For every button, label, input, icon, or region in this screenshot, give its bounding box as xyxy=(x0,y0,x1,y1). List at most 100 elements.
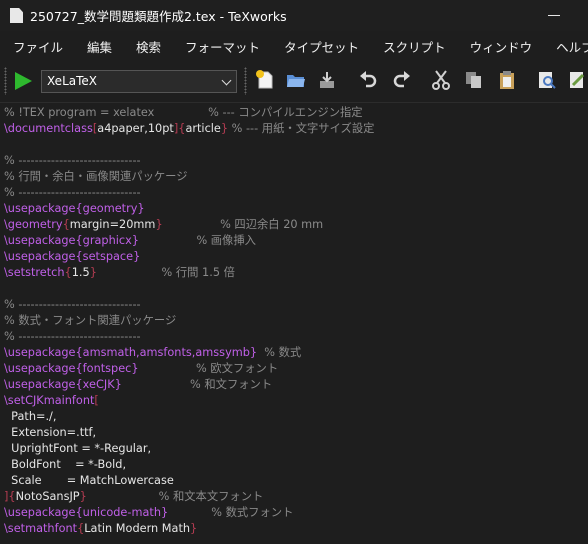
code-token: \documentclass xyxy=(4,122,93,135)
code-editor[interactable]: % !TEX program = xelatex % --- コンパイルエンジン… xyxy=(0,102,588,544)
code-token: \usepackage{geometry} xyxy=(4,202,145,215)
code-token: % ------------------------------ xyxy=(4,298,141,311)
undo-icon[interactable] xyxy=(358,70,378,90)
code-line[interactable]: \setstretch{1.5} % 行間 1.5 倍 xyxy=(4,265,235,281)
code-token: \setCJKmainfont xyxy=(4,394,95,407)
code-line[interactable]: \usepackage{xeCJK} % 和文フォント xyxy=(4,377,272,393)
open-folder-icon[interactable] xyxy=(286,70,306,90)
code-line[interactable]: % !TEX program = xelatex % --- コンパイルエンジン… xyxy=(4,105,363,121)
typeset-play-icon[interactable] xyxy=(15,72,32,90)
paste-icon[interactable] xyxy=(497,70,517,90)
code-token: % 欧文フォント xyxy=(138,362,279,375)
code-token: \usepackage{fontspec} xyxy=(4,362,139,375)
code-line[interactable]: % ------------------------------ xyxy=(4,185,141,201)
document-icon xyxy=(10,8,23,23)
menu-format[interactable]: フォーマット xyxy=(173,37,272,56)
code-line[interactable]: % 行間・余白・画像関連パッケージ xyxy=(4,169,188,185)
chevron-down-icon xyxy=(221,75,232,86)
code-token: % ------------------------------ xyxy=(4,154,141,167)
code-token: Scale = MatchLowercase xyxy=(4,474,174,487)
code-token: % 数式フォント xyxy=(168,506,294,519)
code-token: Latin Modern Math xyxy=(84,522,191,535)
code-token: margin=20mm xyxy=(69,218,156,231)
code-token: } xyxy=(190,522,198,535)
code-line[interactable]: % ------------------------------ xyxy=(4,329,141,345)
code-line[interactable]: \usepackage{setspace} xyxy=(4,249,140,265)
save-icon[interactable] xyxy=(317,70,337,90)
code-token: } xyxy=(220,122,229,135)
redo-icon[interactable] xyxy=(392,70,412,90)
code-line[interactable]: \setmathfont{Latin Modern Math} xyxy=(4,521,197,537)
window-title: 250727_数学問題類題作成2.tex - TeXworks xyxy=(30,9,287,24)
code-line[interactable]: % ------------------------------ xyxy=(4,153,141,169)
code-token: article xyxy=(185,122,221,135)
copy-icon[interactable] xyxy=(464,70,484,90)
code-token: UprightFont = *-Regular, xyxy=(4,442,152,455)
code-token: } xyxy=(79,490,87,503)
code-token: % 数式 xyxy=(257,346,302,359)
find-icon[interactable] xyxy=(537,70,557,90)
code-token: \setmathfont xyxy=(4,522,78,535)
code-line[interactable]: Scale = MatchLowercase xyxy=(4,473,174,489)
code-line[interactable]: \usepackage{graphicx} % 画像挿入 xyxy=(4,233,256,249)
minimize-icon[interactable] xyxy=(548,15,560,16)
code-token: BoldFont = *-Bold, xyxy=(4,458,127,471)
menu-bar: ファイル 編集 検索 フォーマット タイプセット スクリプト ウィンドウ ヘルプ xyxy=(0,31,588,61)
code-token: [ xyxy=(94,394,99,407)
menu-scripts[interactable]: スクリプト xyxy=(371,37,458,56)
code-token: % 数式・フォント関連パッケージ xyxy=(4,314,177,327)
code-line[interactable]: BoldFont = *-Bold, xyxy=(4,457,126,473)
new-file-icon[interactable] xyxy=(255,70,275,90)
code-line[interactable]: \setCJKmainfont[ xyxy=(4,393,99,409)
code-token: \usepackage{unicode-math} xyxy=(4,506,169,519)
code-line[interactable]: Extension=.ttf, xyxy=(4,425,96,441)
menu-search[interactable]: 検索 xyxy=(124,37,173,56)
engine-select-value: XeLaTeX xyxy=(47,74,97,88)
menu-file[interactable]: ファイル xyxy=(0,37,75,56)
code-token: \geometry xyxy=(4,218,63,231)
menu-edit[interactable]: 編集 xyxy=(75,37,124,56)
code-line[interactable]: \usepackage{unicode-math} % 数式フォント xyxy=(4,505,293,521)
code-token: % 和文本文フォント xyxy=(86,490,264,503)
code-token: a4paper,10pt xyxy=(97,122,174,135)
replace-icon[interactable] xyxy=(568,70,588,90)
code-line[interactable]: \usepackage{amsmath,amsfonts,amssymb} % … xyxy=(4,345,301,361)
code-token: % 行間 1.5 倍 xyxy=(96,266,235,279)
code-line[interactable]: % ------------------------------ xyxy=(4,297,141,313)
code-token: ]{ xyxy=(173,122,186,135)
title-bar: 250727_数学問題類題作成2.tex - TeXworks xyxy=(0,0,588,31)
cut-icon[interactable] xyxy=(431,70,451,90)
code-line[interactable]: % 数式・フォント関連パッケージ xyxy=(4,313,176,329)
code-token: 1.5 xyxy=(71,266,90,279)
code-token: \usepackage{graphicx} xyxy=(4,234,139,247)
code-line[interactable]: UprightFont = *-Regular, xyxy=(4,441,151,457)
code-token: NotoSansJP xyxy=(15,490,80,503)
code-line[interactable]: \documentclass[a4paper,10pt]{article} % … xyxy=(4,121,374,137)
code-token: % 行間・余白・画像関連パッケージ xyxy=(4,170,188,183)
code-token: % ------------------------------ xyxy=(4,330,141,343)
code-token: Extension=.ttf, xyxy=(4,426,97,439)
menu-help[interactable]: ヘルプ xyxy=(544,37,588,56)
code-token: } xyxy=(155,218,163,231)
code-line[interactable]: ]{NotoSansJP} % 和文本文フォント xyxy=(4,489,263,505)
code-token: Path=./, xyxy=(4,410,57,423)
code-token: \setstretch xyxy=(4,266,65,279)
menu-window[interactable]: ウィンドウ xyxy=(458,37,545,56)
code-line[interactable]: Path=./, xyxy=(4,409,56,425)
code-line[interactable]: \usepackage{geometry} xyxy=(4,201,145,217)
code-token: { xyxy=(64,266,72,279)
menu-typeset[interactable]: タイプセット xyxy=(272,37,371,56)
code-token: % ------------------------------ xyxy=(4,186,141,199)
code-token: \usepackage{setspace} xyxy=(4,250,141,263)
code-token: } xyxy=(89,266,97,279)
engine-select[interactable]: XeLaTeX xyxy=(41,70,237,93)
toolbar-grip[interactable] xyxy=(244,67,247,95)
code-token: \usepackage{amsmath,amsfonts,amssymb} xyxy=(4,346,258,359)
code-line[interactable]: \geometry{margin=20mm} % 四辺余白 20 mm xyxy=(4,217,323,233)
code-token: { xyxy=(62,218,70,231)
toolbar-grip[interactable] xyxy=(4,67,7,95)
code-token: % --- 用紙・文字サイズ設定 xyxy=(228,122,375,135)
code-token: \usepackage{xeCJK} xyxy=(4,378,122,391)
code-line[interactable]: \usepackage{fontspec} % 欧文フォント xyxy=(4,361,278,377)
code-token: % !TEX program = xelatex % --- コンパイルエンジン… xyxy=(4,106,363,119)
